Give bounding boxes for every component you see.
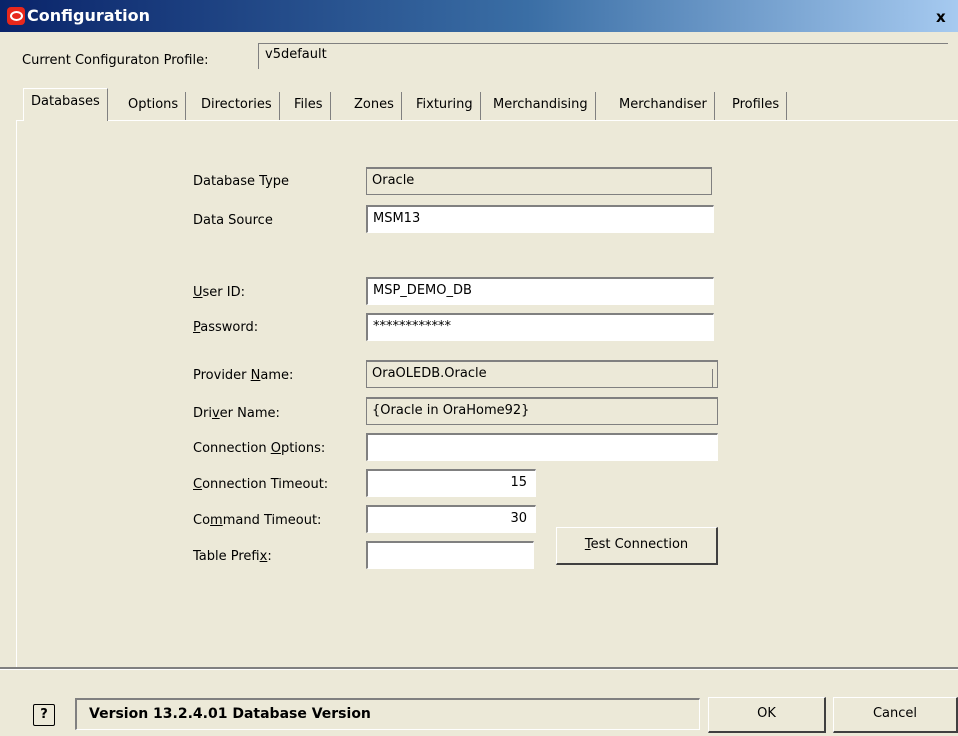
user-id-input[interactable]: MSP_DEMO_DB [366,277,714,305]
command-timeout-input[interactable]: 30 [366,505,536,533]
password-input[interactable]: ************ [366,313,714,341]
tab-options[interactable]: Options [121,92,187,120]
tab-databases[interactable]: Databases [23,88,108,121]
tab-profiles[interactable]: Profiles [725,92,788,120]
connection-timeout-label: Connection Timeout: [193,477,329,492]
connection-options-input[interactable] [366,433,718,461]
provider-name-select[interactable]: OraOLEDB.Oracle [366,360,718,388]
tab-merchandiser[interactable]: Merchandiser [612,92,715,120]
profile-label: Current Configuraton Profile: [22,53,209,68]
dropdown-arrow-icon[interactable] [690,369,713,388]
tab-merchandising[interactable]: Merchandising [486,92,596,120]
database-type-label: Database Type [193,174,290,189]
divider-highlight [0,669,958,670]
database-type-field: Oracle [366,167,712,195]
tab-zones[interactable]: Zones [347,92,402,120]
password-label: Password: [193,320,259,335]
table-prefix-input[interactable] [366,541,534,569]
data-source-label: Data Source [193,213,273,228]
provider-name-label: Provider Name: [193,368,294,383]
tab-files[interactable]: Files [287,92,331,120]
cancel-button[interactable]: Cancel [833,697,958,733]
tab-fixturing[interactable]: Fixturing [409,92,481,120]
data-source-input[interactable]: MSM13 [366,205,714,233]
driver-name-label: Driver Name: [193,406,280,421]
driver-name-field: {Oracle in OraHome92} [366,397,718,425]
profile-field: v5default [258,43,948,69]
test-connection-button[interactable]: Test Connection [556,527,718,565]
window-title: Configuration [27,6,151,25]
user-id-label: User ID: [193,285,245,300]
table-prefix-label: Table Prefix: [193,549,272,564]
status-version-text: Version 13.2.4.01 Database Version [75,698,700,730]
ok-button[interactable]: OK [708,697,826,733]
help-icon[interactable]: ? [33,704,55,726]
databases-tab-panel [16,120,958,668]
connection-timeout-input[interactable]: 15 [366,469,536,497]
command-timeout-label: Command Timeout: [193,513,322,528]
tab-directories[interactable]: Directories [194,92,280,120]
oracle-logo-icon [7,7,25,25]
connection-options-label: Connection Options: [193,441,326,456]
close-button[interactable]: x [936,8,958,26]
